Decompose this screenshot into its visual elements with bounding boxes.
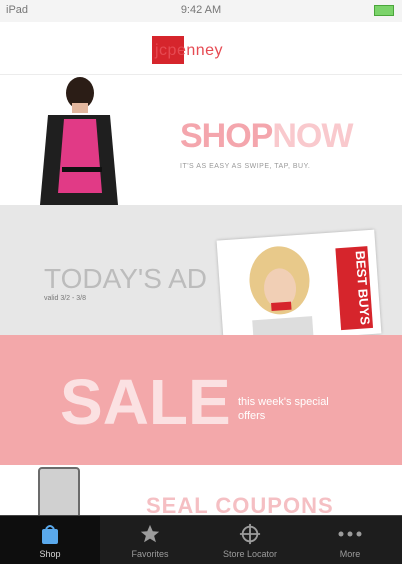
logo-text: jcpenney [155,42,224,59]
best-buys-badge: BEST BUYS [335,246,374,331]
coupons-banner[interactable]: SEAL COUPONS [0,465,402,515]
tab-bar: Shop Favorites Store Locator More [0,515,402,564]
tab-label: Store Locator [222,549,278,559]
tab-shop[interactable]: Shop [0,516,100,564]
tab-store-locator[interactable]: Store Locator [200,516,300,564]
shop-text: SHOP [180,117,273,155]
status-bar: iPad 9:42 AM [0,0,402,23]
tab-label: More [339,549,361,559]
sale-subtitle: this week's special offers [238,396,329,422]
jcpenney-logo[interactable]: jcpenney [152,36,250,64]
shop-subtitle: IT'S AS EASY AS SWIPE, TAP, BUY. [180,163,311,170]
coupons-title: SEAL COUPONS [146,493,334,515]
model-image [40,77,118,205]
phone-icon [38,467,80,515]
tab-more[interactable]: More [300,516,400,564]
sale-banner[interactable]: SALE this week's special offers [0,335,402,465]
todays-ad-banner[interactable]: TODAY'S AD valid 3/2 - 3/8 BEST BUYS [0,205,402,335]
tab-label: Favorites [131,549,169,559]
todays-ad-title: TODAY'S AD [44,263,208,294]
star-icon [100,523,200,545]
ad-dates: valid 3/2 - 3/8 [44,295,87,302]
shop-now-title: SHOPNOW [180,117,353,156]
app-header: jcpenney [0,22,402,75]
sale-title: SALE [60,366,231,438]
tab-favorites[interactable]: Favorites [100,516,200,564]
crosshair-icon [200,523,300,545]
bag-icon [0,523,100,545]
tab-label: Shop [39,549,61,559]
ad-flyer-image: BEST BUYS [216,229,382,335]
more-dots-icon [300,523,400,545]
now-text: NOW [272,117,353,155]
status-time: 9:42 AM [180,4,222,16]
shop-now-banner[interactable]: SHOPNOW IT'S AS EASY AS SWIPE, TAP, BUY. [0,75,402,205]
battery-icon [370,4,394,16]
